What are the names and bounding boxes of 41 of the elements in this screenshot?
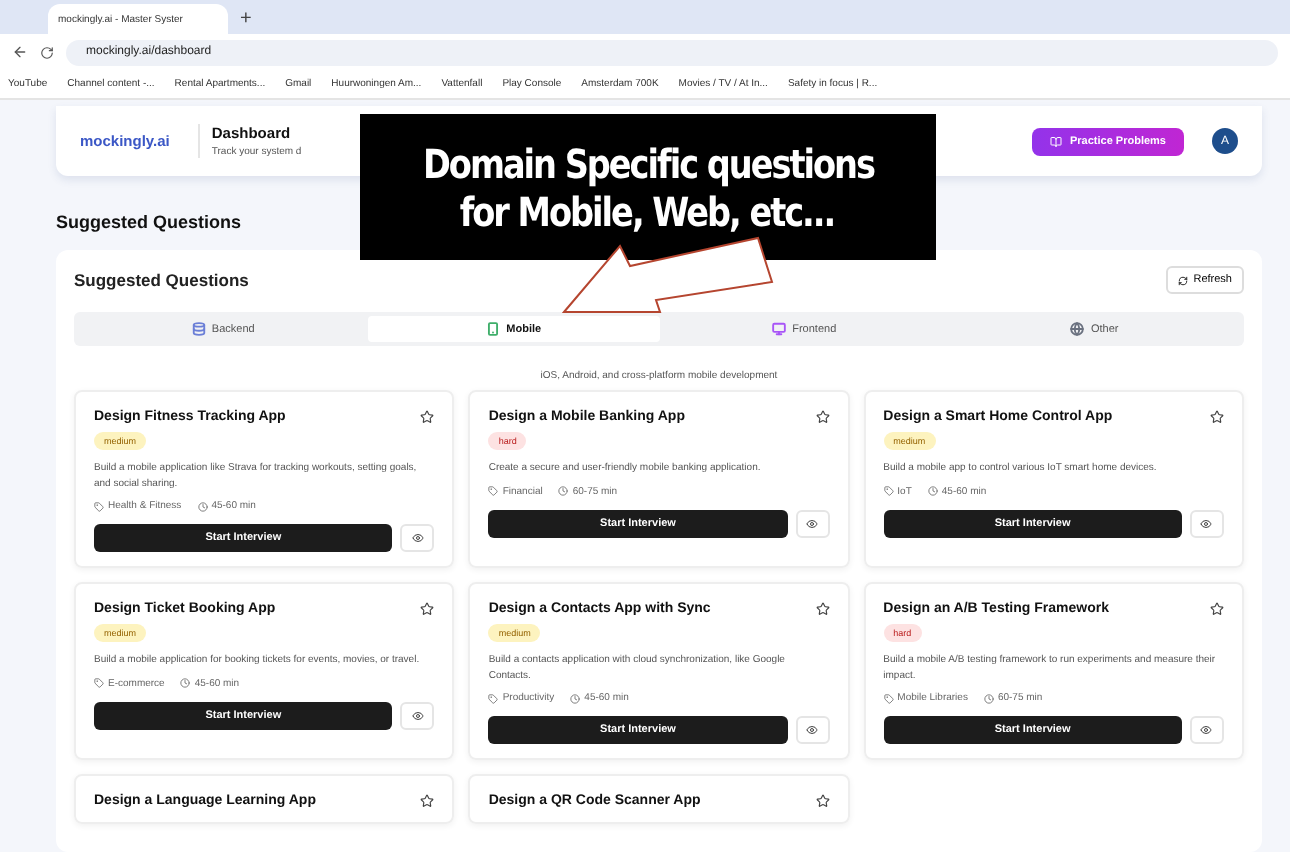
star-icon[interactable] <box>420 410 435 424</box>
preview-button[interactable] <box>1189 716 1224 744</box>
new-tab-button[interactable]: + <box>240 10 252 30</box>
tag-icon <box>883 486 894 496</box>
eye-icon <box>806 517 819 529</box>
callout-text: Domain Specific questions <box>422 139 874 187</box>
clock-icon <box>983 693 994 703</box>
clock-icon <box>197 501 208 511</box>
book-icon <box>1050 135 1062 147</box>
refresh-icon <box>1177 275 1188 285</box>
preview-button[interactable] <box>400 701 435 729</box>
clock-icon <box>180 678 191 688</box>
eye-icon <box>411 709 424 721</box>
star-icon[interactable] <box>815 602 830 616</box>
tag-icon <box>883 693 894 703</box>
preview-button[interactable] <box>400 524 435 552</box>
clock-icon <box>570 693 581 703</box>
tag-icon <box>94 678 104 688</box>
back-icon[interactable] <box>12 44 28 60</box>
star-icon[interactable] <box>815 410 830 424</box>
preview-button[interactable] <box>795 509 830 537</box>
callout-text: for Mobile, Web, etc... <box>460 187 836 235</box>
eye-icon <box>806 724 819 736</box>
star-icon[interactable] <box>815 794 830 808</box>
clock-icon <box>927 486 938 496</box>
section-title: Suggested Questions <box>56 212 242 232</box>
panel-title: Suggested Questions <box>74 270 249 290</box>
reload-icon[interactable] <box>40 45 54 59</box>
tag-icon <box>488 693 499 703</box>
tag-icon <box>488 486 499 496</box>
eye-icon <box>411 532 424 544</box>
clock-icon <box>558 486 569 496</box>
star-icon[interactable] <box>420 794 435 808</box>
star-icon[interactable] <box>1209 602 1224 616</box>
preview-button[interactable] <box>1189 509 1224 537</box>
eye-icon <box>1200 724 1213 736</box>
star-icon[interactable] <box>1209 410 1224 424</box>
star-icon[interactable] <box>420 602 435 616</box>
tag-icon <box>94 501 104 511</box>
eye-icon <box>1200 517 1213 529</box>
preview-button[interactable] <box>795 716 830 744</box>
